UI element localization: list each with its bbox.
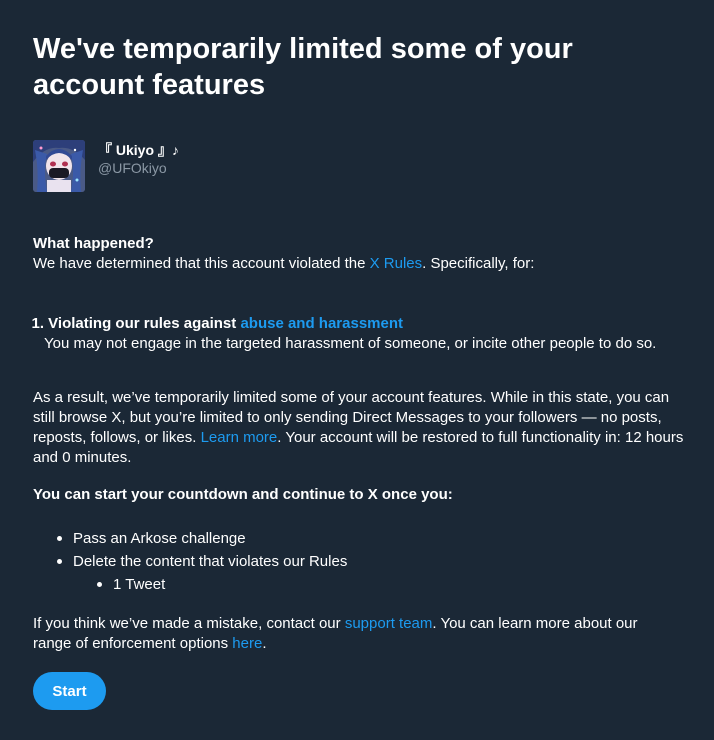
what-happened-text-before: We have determined that this account vio… — [33, 255, 370, 272]
countdown-heading: You can start your countdown and continu… — [33, 486, 453, 503]
avatar-image — [33, 140, 85, 192]
violation-item: 1. Violating our rules against abuse and… — [22, 314, 656, 354]
violation-description: You may not engage in the targeted haras… — [44, 335, 657, 352]
display-name: 『 Ukiyo 』♪ — [98, 142, 179, 158]
what-happened-heading: What happened? — [33, 235, 154, 252]
enforcement-options-link[interactable]: here — [232, 635, 262, 652]
abuse-harassment-link[interactable]: abuse and harassment — [240, 315, 403, 332]
x-rules-link[interactable]: X Rules — [370, 255, 423, 272]
what-happened-text: We have determined that this account vio… — [33, 254, 534, 274]
mistake-paragraph: If you think we’ve made a mistake, conta… — [33, 614, 673, 654]
violation-number: 1. — [31, 315, 44, 332]
requirements-list: Pass an Arkose challenge Delete the cont… — [33, 527, 347, 596]
what-happened-text-after: . Specifically, for: — [422, 255, 535, 272]
violation-title-prefix: Violating our rules against — [48, 315, 241, 332]
what-happened-section: What happened? We have determined that t… — [33, 234, 534, 274]
account-profile: 『 Ukiyo 』♪ @UFOkiyo — [33, 140, 179, 192]
support-team-link[interactable]: support team — [345, 615, 433, 632]
requirement-tweet-count: 1 Tweet — [96, 573, 347, 596]
start-button[interactable]: Start — [33, 672, 106, 710]
requirement-sub-list: 1 Tweet — [73, 573, 347, 596]
page-title: We've temporarily limited some of your a… — [33, 33, 573, 101]
requirement-delete-label: Delete the content that violates our Rul… — [73, 553, 348, 570]
mistake-text-3: . — [262, 635, 267, 652]
user-handle: @UFOkiyo — [98, 160, 167, 176]
avatar — [33, 140, 85, 192]
requirement-arkose: Pass an Arkose challenge — [56, 527, 347, 550]
result-paragraph: As a result, we’ve temporarily limited s… — [33, 388, 685, 468]
learn-more-link[interactable]: Learn more — [201, 429, 278, 446]
requirement-delete-content: Delete the content that violates our Rul… — [56, 550, 348, 596]
profile-text: 『 Ukiyo 』♪ @UFOkiyo — [98, 142, 179, 177]
mistake-text-1: If you think we’ve made a mistake, conta… — [33, 615, 345, 632]
violation-title: 1. Violating our rules against abuse and… — [22, 314, 656, 334]
